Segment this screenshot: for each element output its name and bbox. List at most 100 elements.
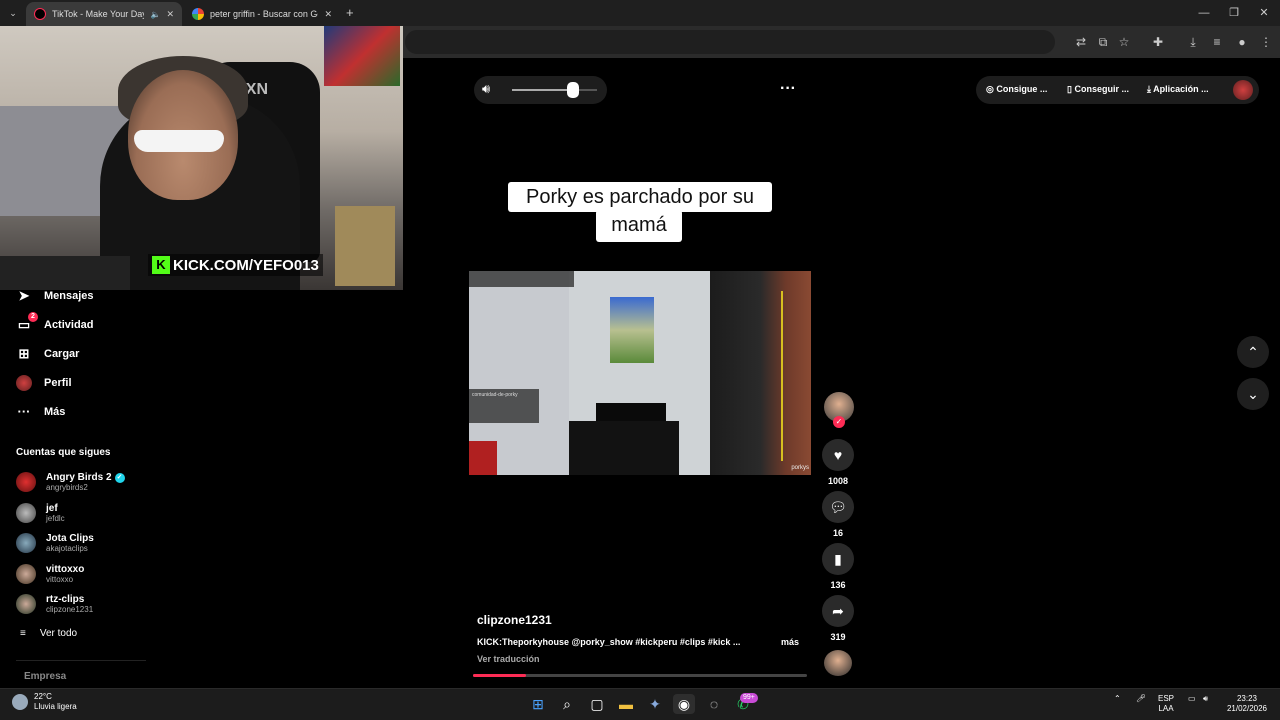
following-account[interactable]: Angry Birds 2 ✓ angrybirds2 [16,469,136,495]
avatar [16,594,36,614]
menu-icon[interactable]: ⋮ [1258,34,1274,50]
close-window-button[interactable]: ✕ [1254,4,1274,22]
following-account[interactable]: jef jefdlc [16,500,136,526]
share-button[interactable]: ➦ [822,595,854,627]
post-username[interactable]: clipzone1231 [477,613,552,627]
restore-button[interactable]: ❐ [1224,4,1244,22]
account-handle: vittoxxo [46,575,74,584]
new-tab-button[interactable]: + [346,5,354,20]
network-icon[interactable]: ▭ [1188,694,1196,704]
rain-cloud-icon [12,694,28,710]
following-account[interactable]: vittoxxo vittoxxo [16,561,136,587]
file-explorer-icon[interactable]: ▬ [615,694,637,714]
google-icon [192,8,204,20]
sidebar-item-messages[interactable]: ➤ Mensajes [16,285,94,307]
copilot-icon[interactable]: ✦ [644,694,666,714]
activity-badge: 2 [28,312,38,322]
share-count: 319 [830,632,846,642]
follow-check-icon[interactable]: ✓ [833,416,845,428]
get-coins-button[interactable]: ◎ Consigue ... [986,84,1047,95]
sidebar-item-label: Cargar [44,348,80,360]
video-player[interactable]: comunidad-de-porky porkys [469,271,811,475]
avatar [16,472,36,492]
post-description: KICK:Theporkyhouse @porky_show #kickperu… [477,637,741,647]
microphone-icon[interactable]: 🎤︎ [1136,694,1146,704]
get-coins-label: Consigue ... [996,84,1048,94]
volume-slider-fill [512,89,574,91]
clock-time: 23:23 [1236,694,1258,703]
more-link[interactable]: más [781,637,799,647]
bookmark-count: 136 [830,580,846,590]
verified-badge-icon: ✓ [114,472,125,483]
following-account[interactable]: Jota Clips akajotaclips [16,530,136,556]
get-app-button[interactable]: ▯ Conseguir ... [1067,84,1129,95]
sidebar-item-label: Mensajes [44,290,94,302]
stream-chat-overlay [469,271,574,287]
user-avatar[interactable] [1233,80,1253,100]
volume-slider-handle[interactable] [567,82,580,98]
extensions-icon[interactable]: ✚ [1150,34,1166,50]
like-button[interactable]: ♥ [822,439,854,471]
wall-poster [324,26,400,86]
sidebar-item-more[interactable]: ··· Más [16,401,66,423]
media-icon[interactable]: ≡ [1209,34,1225,50]
inbox-icon: ▭ 2 [16,312,38,333]
webcam-overlay: TXN K KICK.COM/YEFO013 [0,26,403,290]
account-name: vittoxxo [46,564,85,575]
lang-bottom: LAA [1158,704,1174,713]
avatar [16,533,36,553]
bookmark-star-icon[interactable]: ☆ [1116,34,1132,50]
close-tab-icon[interactable]: ✕ [324,9,332,20]
tab-label: TikTok - Make Your Day [52,9,145,19]
tray-overflow-icon[interactable]: ⌃ [1114,694,1121,704]
task-view-icon[interactable]: ▢ [586,694,608,714]
tab-tiktok[interactable]: TikTok - Make Your Day 🔈 ✕ [26,2,182,26]
clock[interactable]: 23:23 21/02/2026 [1222,694,1272,714]
sidebar-item-upload[interactable]: ⊞ Cargar [16,343,80,365]
cast-icon[interactable]: ⧉ [1095,34,1111,50]
sidebar-item-profile[interactable]: Perfil [16,372,72,394]
red-object [469,441,497,475]
tab-list-chevron-icon[interactable]: ⌄ [6,6,20,20]
more-icon: ··· [17,404,31,419]
translate-icon[interactable]: ⇄ [1073,34,1089,50]
app-icon[interactable]: ◌ [703,694,725,714]
next-video-button[interactable]: ⌄ [1237,378,1269,410]
kick-channel-overlay: K KICK.COM/YEFO013 [148,254,323,276]
account-name: Jota Clips [46,533,94,544]
tab-google[interactable]: peter griffin - Buscar con Google ✕ [184,2,340,26]
following-account[interactable]: rtz-clips clipzone1231 [16,591,136,617]
upload-icon: ⊞ [18,346,30,361]
minimize-button[interactable]: — [1194,4,1214,22]
chrome-icon[interactable]: ◉ [673,694,695,714]
comment-button[interactable]: 💬︎ [822,491,854,523]
account-handle: angrybirds2 [46,483,88,492]
account-name: jef [46,503,58,514]
previous-video-button[interactable]: ⌃ [1237,336,1269,368]
close-tab-icon[interactable]: ✕ [166,9,174,20]
music-disc-avatar[interactable] [824,650,852,676]
see-all-link[interactable]: ≡ Ver todo [20,628,77,639]
weather-widget[interactable]: 22°C Lluvia ligera [12,692,77,712]
download-icon[interactable]: ⤓ [1185,34,1201,50]
tab-label: peter griffin - Buscar con Google [210,9,318,19]
bookmark-button[interactable]: ▮ [822,543,854,575]
see-all-label: Ver todo [39,628,78,639]
desktop-app-button[interactable]: ⤓ Aplicación ... [1147,84,1209,95]
sidebar-item-activity[interactable]: ▭ 2 Actividad [16,312,94,336]
windows-taskbar [0,688,1280,720]
search-icon[interactable]: ⌕ [556,694,578,714]
profile-icon[interactable]: ● [1234,34,1250,50]
get-app-label: Conseguir ... [1074,84,1129,94]
more-options-icon[interactable]: ··· [780,80,796,98]
volume-icon[interactable]: 🔊︎ [1203,694,1208,704]
speaker-icon[interactable]: 🔈 [150,10,160,19]
see-translation-link[interactable]: Ver traducción [477,654,540,664]
speaker-icon[interactable]: 🔊︎ [482,81,490,97]
sidebar-item-label: Actividad [44,319,94,331]
address-bar[interactable] [405,30,1055,54]
windows-start-icon[interactable]: ⊞ [527,694,549,714]
cable [781,291,783,461]
company-link[interactable]: Empresa [24,671,66,682]
language-indicator[interactable]: ESP LAA [1158,694,1174,714]
